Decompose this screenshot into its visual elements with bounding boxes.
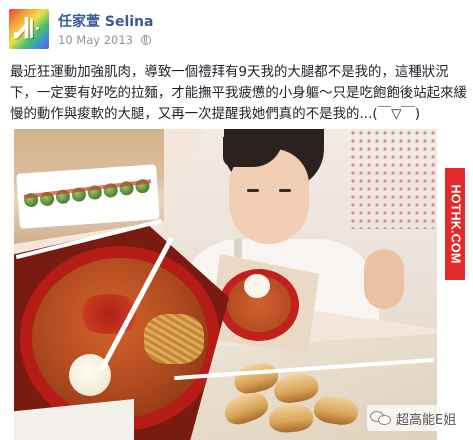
small-egg xyxy=(244,274,270,298)
avatar[interactable]: Ꮧ꜏ xyxy=(9,9,49,49)
eye xyxy=(247,189,259,192)
corner-watermark-text: 超高能E姐 xyxy=(396,412,457,428)
photo-collage[interactable] xyxy=(14,129,437,440)
side-watermark-text: HOTHK.COM xyxy=(448,184,463,264)
eye xyxy=(279,189,291,192)
globe-icon[interactable] xyxy=(140,35,151,45)
polka-dot-wall xyxy=(349,129,437,229)
corner-watermark: 超高能E姐 xyxy=(367,405,461,431)
dumpling xyxy=(312,393,360,427)
post-text: 最近狂運動加強肌肉，導致一個禮拜有9天我的大腿都不是我的，這種狀況下，一定要有好… xyxy=(10,65,467,122)
side-watermark: HOTHK.COM xyxy=(445,168,465,280)
dumpling xyxy=(271,370,321,406)
plate xyxy=(16,164,160,229)
girl-hand xyxy=(364,249,404,309)
post-meta: 10 May 2013 xyxy=(58,33,151,47)
dumpling xyxy=(220,387,272,429)
author-name[interactable]: 任家萱 Selina xyxy=(58,11,153,31)
wechat-icon xyxy=(370,410,392,426)
post-date[interactable]: 10 May 2013 xyxy=(58,33,133,47)
noodles xyxy=(144,314,204,364)
dumpling xyxy=(267,402,315,434)
facebook-post: Ꮧ꜏ 任家萱 Selina 10 May 2013 最近狂運動加強肌肉，導致一個… xyxy=(0,0,473,440)
avatar-logo: Ꮧ꜏ xyxy=(15,12,42,45)
